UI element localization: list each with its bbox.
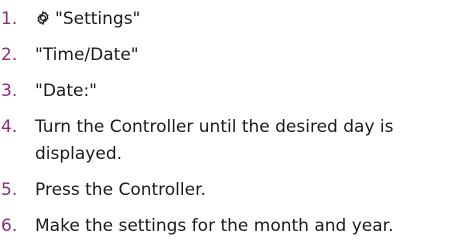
step-number: 6. (1, 216, 18, 236)
step-number: 1. (1, 9, 18, 29)
step-number: 5. (1, 180, 18, 200)
settings-gear-icon (37, 11, 49, 25)
step-text: "Time/Date" (35, 45, 139, 65)
step-5: 5. Press the Controller. (0, 177, 471, 204)
instruction-steps: 1. "Settings" 2. "Time/Date" 3. "Date:" … (0, 0, 474, 249)
step-label: "Settings" (55, 9, 141, 29)
step-1: 1. "Settings" (0, 6, 471, 33)
step-text: Turn the Controller until the desired da… (35, 117, 394, 164)
step-text: "Settings" (35, 6, 471, 33)
step-3: 3. "Date:" (0, 78, 471, 105)
step-number: 3. (1, 81, 18, 101)
step-number: 2. (1, 45, 18, 65)
step-number: 4. (1, 117, 18, 137)
step-text: "Date:" (35, 81, 97, 101)
step-4: 4. Turn the Controller until the desired… (0, 114, 471, 168)
step-text: Press the Controller. (35, 180, 206, 200)
step-2: 2. "Time/Date" (0, 42, 471, 69)
step-text: Make the settings for the month and year… (35, 216, 394, 236)
step-6: 6. Make the settings for the month and y… (0, 213, 471, 240)
